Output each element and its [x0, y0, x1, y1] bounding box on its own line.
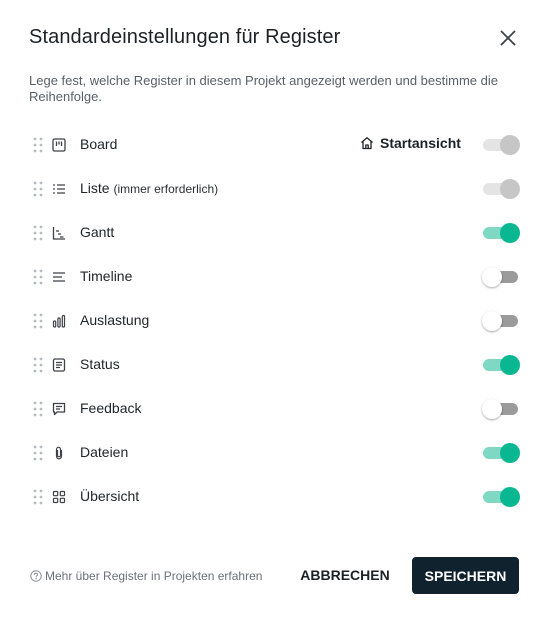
drag-handle-icon[interactable] — [33, 225, 43, 241]
tab-visibility-toggle — [482, 179, 520, 199]
tab-visibility-toggle[interactable] — [482, 311, 520, 331]
tab-label-text: Liste — [80, 180, 110, 196]
tab-label-note: (immer erforderlich) — [113, 182, 219, 196]
tab-row: Status — [0, 343, 545, 387]
drag-handle-icon[interactable] — [33, 137, 43, 153]
toggle-knob — [482, 311, 502, 331]
tab-label-text: Feedback — [80, 400, 142, 416]
tab-visibility-toggle[interactable] — [482, 443, 520, 463]
cancel-button[interactable]: ABBRECHEN — [296, 557, 394, 593]
help-link-label: Mehr über Register in Projekten erfahren — [45, 569, 263, 583]
drag-handle-icon[interactable] — [33, 357, 43, 373]
board-icon — [52, 138, 66, 152]
tab-visibility-toggle[interactable] — [482, 487, 520, 507]
tab-label: Liste (immer erforderlich) — [80, 180, 218, 196]
tab-label-text: Dateien — [80, 444, 129, 460]
tab-label: Auslastung — [80, 312, 149, 328]
tab-label-text: Status — [80, 356, 120, 372]
tab-label-text: Gantt — [80, 224, 115, 240]
status-icon — [52, 358, 66, 372]
tab-row: Dateien — [0, 431, 545, 475]
tab-label-text: Board — [80, 136, 118, 152]
tab-label-text: Übersicht — [80, 488, 140, 504]
tab-label: Dateien — [80, 444, 128, 460]
paperclip-icon — [55, 446, 63, 460]
tab-label: Timeline — [80, 268, 132, 284]
drag-handle-icon[interactable] — [33, 313, 43, 329]
tab-row: Liste (immer erforderlich) — [0, 167, 545, 211]
save-button[interactable]: SPEICHERN — [412, 557, 519, 594]
help-circle-icon — [30, 570, 42, 582]
tab-row: Timeline — [0, 255, 545, 299]
overview-grid-icon — [52, 490, 66, 504]
tab-row: Feedback — [0, 387, 545, 431]
gantt-icon — [52, 227, 65, 240]
toggle-knob — [500, 355, 520, 375]
tab-label: Board — [80, 136, 117, 152]
start-view-badge: Startansicht — [359, 135, 461, 151]
toggle-knob — [500, 179, 520, 199]
home-icon — [361, 137, 373, 150]
drag-handle-icon[interactable] — [33, 489, 43, 505]
tab-visibility-toggle[interactable] — [482, 223, 520, 243]
dialog-title: Standardeinstellungen für Register — [29, 26, 341, 48]
tab-label-text: Auslastung — [80, 312, 150, 328]
workload-chart-icon — [52, 314, 66, 328]
drag-handle-icon[interactable] — [33, 181, 43, 197]
timeline-icon — [53, 272, 65, 282]
tab-label: Gantt — [80, 224, 114, 240]
tab-visibility-toggle[interactable] — [482, 399, 520, 419]
drag-handle-icon[interactable] — [33, 445, 43, 461]
toggle-knob — [500, 135, 520, 155]
tab-visibility-toggle[interactable] — [482, 267, 520, 287]
list-icon — [53, 184, 65, 194]
tab-label: Übersicht — [80, 488, 139, 504]
start-view-label: Startansicht — [380, 135, 461, 151]
tab-visibility-toggle[interactable] — [482, 355, 520, 375]
tab-visibility-toggle — [482, 135, 520, 155]
dialog-description: Lege fest, welche Register in diesem Pro… — [29, 73, 498, 104]
feedback-icon — [52, 402, 66, 416]
drag-handle-icon[interactable] — [33, 401, 43, 417]
toggle-knob — [482, 267, 502, 287]
tab-row: Auslastung — [0, 299, 545, 343]
toggle-knob — [500, 223, 520, 243]
toggle-knob — [482, 399, 502, 419]
tab-settings-dialog: Standardeinstellungen für Register Lege … — [0, 0, 545, 627]
tab-row: Gantt — [0, 211, 545, 255]
tab-row: Board Startansicht — [0, 123, 545, 167]
tab-label: Feedback — [80, 400, 141, 416]
drag-handle-icon[interactable] — [33, 269, 43, 285]
toggle-knob — [500, 487, 520, 507]
close-icon[interactable] — [496, 26, 520, 50]
tab-label-text: Timeline — [80, 268, 133, 284]
tab-label: Status — [80, 356, 120, 372]
help-link[interactable]: Mehr über Register in Projekten erfahren — [30, 569, 262, 583]
tab-row: Übersicht — [0, 475, 545, 519]
toggle-knob — [500, 443, 520, 463]
